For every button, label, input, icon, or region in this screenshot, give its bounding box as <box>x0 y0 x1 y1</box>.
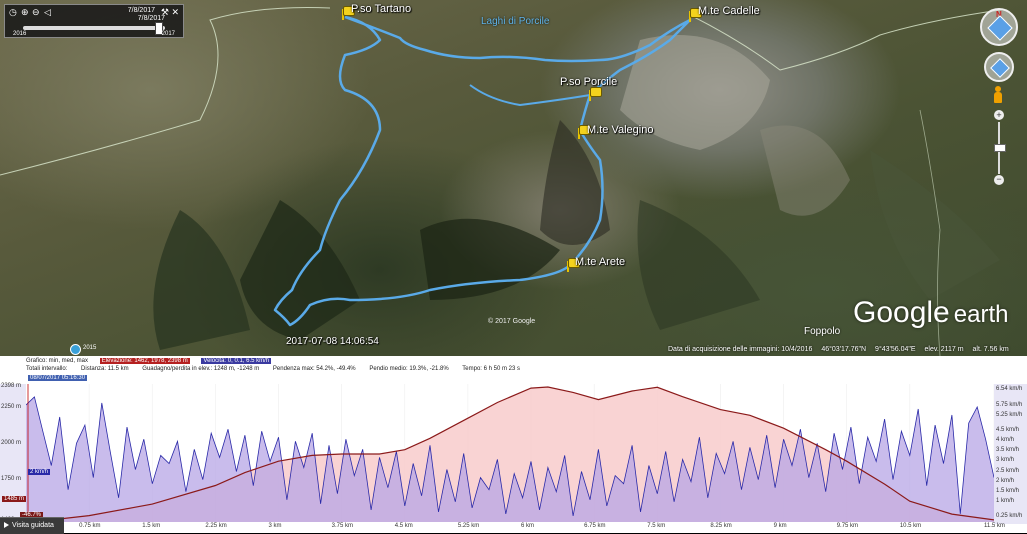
slider-date-top: 7/8/2017 <box>127 7 155 14</box>
elevation-profile-panel[interactable]: Grafico: min, med, max Elevazione: 1462,… <box>0 356 1027 533</box>
x-tick-label: 9.75 km <box>836 523 859 529</box>
play-icon <box>4 522 9 529</box>
placemark-label-cadelle[interactable]: M.te Cadelle <box>698 5 760 17</box>
cursor-speed-value: 2 km/h <box>28 469 51 475</box>
profile-chart[interactable] <box>26 384 994 522</box>
y-right-tick-label: 1 km/h <box>996 497 1015 504</box>
ground-elevation: elev. 2117 m <box>924 346 964 353</box>
y-left-tick-label: 2250 m <box>1 404 22 411</box>
y-left-tick-label: 1750 m <box>1 475 22 482</box>
x-tick-label: 9 km <box>773 523 787 529</box>
look-arrows-icon[interactable] <box>990 58 1010 78</box>
gain-loss-stat: Guadagno/perdita in elev.: 1248 m, -1248… <box>142 366 260 372</box>
y-right-tick-label: 3 km/h <box>996 457 1015 464</box>
copyright-text: © 2017 Google <box>488 318 536 325</box>
profile-summary-row: Grafico: min, med, max Elevazione: 1462,… <box>26 358 281 366</box>
cursor-datetime: 08/07/2017 05:16:30 <box>28 375 88 381</box>
clock-icon[interactable]: ◷ <box>9 7 17 17</box>
y-right-tick-label: 2 km/h <box>996 477 1015 484</box>
placemark-label-porcile[interactable]: P.so Porcile <box>560 76 617 88</box>
eye-altitude: alt. 7.56 km <box>972 346 1009 353</box>
slider-track[interactable] <box>23 26 165 30</box>
back-icon[interactable]: ◁ <box>44 7 51 17</box>
imagery-year: 2015 <box>83 345 97 351</box>
x-tick-label: 8.25 km <box>710 523 732 529</box>
y-right-tick-label: 3.5 km/h <box>996 447 1020 454</box>
y-left-tick-label: 2000 m <box>1 439 22 446</box>
x-tick-label: 10.5 km <box>899 523 922 529</box>
y-right-tick-label: 5.25 km/h <box>996 412 1023 419</box>
x-tick-label: 7.5 km <box>647 523 666 529</box>
x-tick-label: 5.25 km <box>457 523 480 529</box>
zoom-in-time-icon[interactable]: ⊕ <box>21 7 29 17</box>
status-bar: Data di acquisizione delle immagini: 10/… <box>668 346 1016 353</box>
graph-title: Grafico: min, med, max <box>26 358 89 364</box>
cursor-elevation-value: 1485 m <box>2 496 27 502</box>
slider-year-end: 2017 <box>161 31 175 37</box>
x-tick-label: 6 km <box>521 523 535 529</box>
y-right-tick-label: 4.5 km/h <box>996 427 1020 434</box>
compass-navigation-control[interactable]: N <box>980 8 1018 46</box>
y-right-tick-label: 4 km/h <box>996 437 1015 444</box>
profile-plot-area[interactable] <box>26 384 994 522</box>
placemark-label-arete[interactable]: M.te Arete <box>575 256 625 268</box>
avg-slope-stat: Pendio medio: 19.3%, -21.8% <box>369 366 449 372</box>
placemark-label-valegino[interactable]: M.te Valegino <box>587 124 653 136</box>
street-view-pegman-icon[interactable] <box>993 86 1003 104</box>
profile-totals-row: Totali intervallo: Distanza: 11.5 km Gua… <box>26 366 532 374</box>
y-right-tick-label: 1.5 km/h <box>996 487 1020 494</box>
historical-imagery-slider[interactable]: ◷ ⊕ ⊖ ◁ 7/8/2017 7/8/2017 ⚒ ✕ 2016 2017 <box>4 4 184 38</box>
earth-3d-view[interactable]: Laghi di Porcile P.so Tartano M.te Cadel… <box>0 0 1027 356</box>
latitude: 46°03'17.76"N <box>821 346 867 353</box>
town-label: Foppolo <box>804 326 841 337</box>
y-right-tick-label: 5.75 km/h <box>996 401 1023 408</box>
y-right-tick-label: 2.5 km/h <box>996 467 1020 474</box>
distance-stat: Distanza: 11.5 km <box>81 366 129 372</box>
zoom-out-time-icon[interactable]: ⊖ <box>32 7 40 17</box>
time-stat: Tempo: 6 h 50 m 23 s <box>462 366 520 372</box>
totals-label: Totali intervallo: <box>26 366 68 372</box>
elevation-stats[interactable]: Elevazione: 1462, 1978, 2398 m <box>99 358 190 364</box>
y-right-tick-label: 0.25 km/h <box>996 512 1023 519</box>
zoom-slider-thumb[interactable] <box>994 144 1006 152</box>
speed-stats[interactable]: Velocità: 0, 0.1, 6.5 km/h <box>201 358 272 364</box>
longitude: 9°43'56.04"E <box>875 346 916 353</box>
zoom-out-button[interactable]: − <box>994 175 1004 185</box>
x-tick-label: 4.5 km <box>394 523 413 529</box>
max-slope-stat: Pendenza max: 54.2%, -49.4% <box>272 366 356 372</box>
acquisition-date: Data di acquisizione delle immagini: 10/… <box>668 346 813 353</box>
imagery-globe-icon <box>70 344 81 355</box>
y-right-tick-label: 6.54 km/h <box>996 386 1023 392</box>
wrench-icon[interactable]: ⚒ ✕ <box>161 7 179 18</box>
placemark-label-tartano[interactable]: P.so Tartano <box>351 3 411 15</box>
tour-timestamp: 2017-07-08 14:06:54 <box>286 336 379 347</box>
x-tick-label: 3.75 km <box>331 523 353 529</box>
placemark-pin-icon[interactable] <box>588 87 602 101</box>
move-arrows-icon[interactable] <box>987 15 1013 41</box>
look-around-control[interactable] <box>984 52 1014 82</box>
lake-label: Laghi di Porcile <box>481 16 550 27</box>
slider-year-start: 2016 <box>13 31 27 37</box>
x-tick-label: 11.5 km <box>984 523 1005 529</box>
x-tick-label: 1.5 km <box>142 523 161 529</box>
x-tick-label: 3 km <box>268 523 282 529</box>
x-tick-label: 2.25 km <box>205 523 227 529</box>
x-tick-label: 0.75 km <box>79 523 101 529</box>
google-earth-logo: Google earth <box>853 296 1009 329</box>
guided-tour-button[interactable]: Visita guidata <box>0 517 64 534</box>
x-tick-label: 6.75 km <box>584 523 606 529</box>
zoom-in-button[interactable]: + <box>994 110 1004 120</box>
y-left-tick-label: 2398 m <box>1 383 22 389</box>
